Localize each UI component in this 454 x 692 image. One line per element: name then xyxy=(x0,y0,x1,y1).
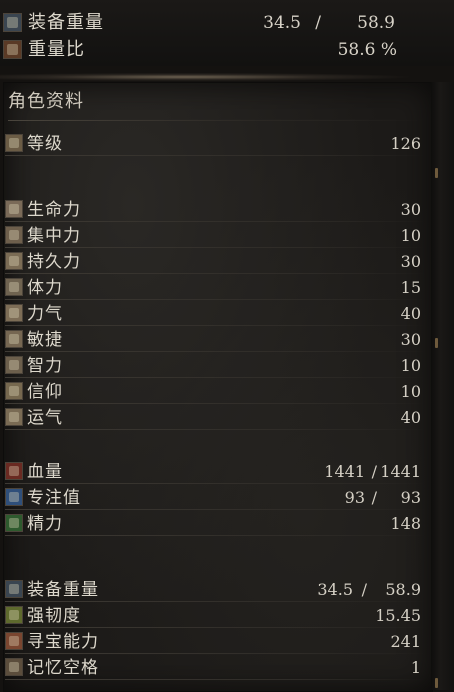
scroll-marker-bottom xyxy=(435,678,438,688)
summary-equip-load-row: 装备重量 34.5 / 58.9 xyxy=(3,10,423,36)
attunement-slots-row: 记忆空格 1 xyxy=(5,656,425,680)
equip-load-row: 装备重量 34.5 / 58.9 xyxy=(5,578,425,602)
attribute-label: 运气 xyxy=(27,408,63,428)
summary-weight-ratio-label: 重量比 xyxy=(28,39,85,60)
vigor-icon xyxy=(5,200,23,218)
intelligence-icon xyxy=(5,356,23,374)
stamina-icon xyxy=(5,514,23,532)
item-discovery-icon xyxy=(5,632,23,650)
attribute-label: 力气 xyxy=(27,304,63,324)
level-row: 等级 126 xyxy=(5,132,425,156)
attribute-label: 智力 xyxy=(27,356,63,376)
equip-load-sep: / xyxy=(361,580,367,599)
attribute-label: 体力 xyxy=(27,278,63,298)
summary-weight-ratio-row: 重量比 58.6 % xyxy=(3,37,423,63)
scroll-marker-top xyxy=(435,168,438,178)
dexterity-icon xyxy=(5,330,23,348)
attribute-row: 力气 40 xyxy=(5,302,425,326)
stamina-value: 148 xyxy=(390,514,421,533)
attribute-value: 10 xyxy=(400,356,421,375)
summary-equip-load-label: 装备重量 xyxy=(28,12,104,33)
item-discovery-row: 寻宝能力 241 xyxy=(5,630,425,654)
attribute-label: 信仰 xyxy=(27,382,63,402)
luck-icon xyxy=(5,408,23,426)
attribute-value: 10 xyxy=(400,226,421,245)
equip-load-label: 装备重量 xyxy=(27,580,99,600)
item-discovery-value: 241 xyxy=(390,632,421,651)
hp-label: 血量 xyxy=(27,462,63,482)
equip-load-max: 58.9 xyxy=(385,580,421,599)
attribute-value: 30 xyxy=(400,252,421,271)
attribute-row: 生命力 30 xyxy=(5,198,425,222)
stamina-row: 精力 148 xyxy=(5,512,425,536)
equip-load-icon xyxy=(3,13,22,32)
attribute-row: 运气 40 xyxy=(5,406,425,430)
attunement-slots-icon xyxy=(5,658,23,676)
poise-label: 强韧度 xyxy=(27,606,81,626)
scroll-marker-middle xyxy=(435,338,438,348)
hp-sep: / xyxy=(371,462,377,481)
summary-equip-load-max: 58.9 xyxy=(357,13,395,33)
attribute-row: 持久力 30 xyxy=(5,250,425,274)
attribute-value: 30 xyxy=(400,200,421,219)
attribute-label: 集中力 xyxy=(27,226,81,246)
attribute-row: 集中力 10 xyxy=(5,224,425,248)
attribute-row: 信仰 10 xyxy=(5,380,425,404)
attribute-label: 持久力 xyxy=(27,252,81,272)
item-discovery-label: 寻宝能力 xyxy=(27,632,99,652)
attribute-value: 15 xyxy=(400,278,421,297)
weight-ratio-icon xyxy=(3,40,22,59)
level-icon xyxy=(5,134,23,152)
equip-load-icon-2 xyxy=(5,580,23,598)
level-label: 等级 xyxy=(27,134,63,154)
strength-icon xyxy=(5,304,23,322)
attribute-value: 10 xyxy=(400,382,421,401)
hp-icon xyxy=(5,462,23,480)
ornamental-divider xyxy=(0,72,454,82)
fp-current: 93 xyxy=(344,488,365,507)
attunement-slots-value: 1 xyxy=(410,658,421,677)
summary-weight-ratio-value: 58.6 % xyxy=(337,40,397,60)
panel-title: 角色资料 xyxy=(8,91,84,112)
vitality-icon xyxy=(5,278,23,296)
stamina-label: 精力 xyxy=(27,514,63,534)
level-value: 126 xyxy=(390,134,421,153)
attribute-row: 敏捷 30 xyxy=(5,328,425,352)
fp-max: 93 xyxy=(400,488,421,507)
attunement-slots-label: 记忆空格 xyxy=(27,658,99,678)
summary-equip-load-sep: / xyxy=(315,13,321,33)
poise-row: 强韧度 15.45 xyxy=(5,604,425,628)
attribute-value: 40 xyxy=(400,408,421,427)
equip-load-current: 34.5 xyxy=(317,580,353,599)
summary-equip-load-current: 34.5 xyxy=(263,13,301,33)
fp-label: 专注值 xyxy=(27,488,81,508)
panel-title-underline xyxy=(8,120,424,121)
hp-current: 1441 xyxy=(324,462,365,481)
poise-icon xyxy=(5,606,23,624)
hp-max: 1441 xyxy=(380,462,421,481)
fp-icon xyxy=(5,488,23,506)
attribute-label: 敏捷 xyxy=(27,330,63,350)
hp-row: 血量 1441 / 1441 xyxy=(5,460,425,484)
attribute-row: 体力 15 xyxy=(5,276,425,300)
faith-icon xyxy=(5,382,23,400)
fp-row: 专注值 93 / 93 xyxy=(5,486,425,510)
attunement-icon xyxy=(5,226,23,244)
poise-value: 15.45 xyxy=(375,606,421,625)
attribute-value: 30 xyxy=(400,330,421,349)
endurance-icon xyxy=(5,252,23,270)
attribute-value: 40 xyxy=(400,304,421,323)
attribute-row: 智力 10 xyxy=(5,354,425,378)
attribute-label: 生命力 xyxy=(27,200,81,220)
fp-sep: / xyxy=(371,488,377,507)
